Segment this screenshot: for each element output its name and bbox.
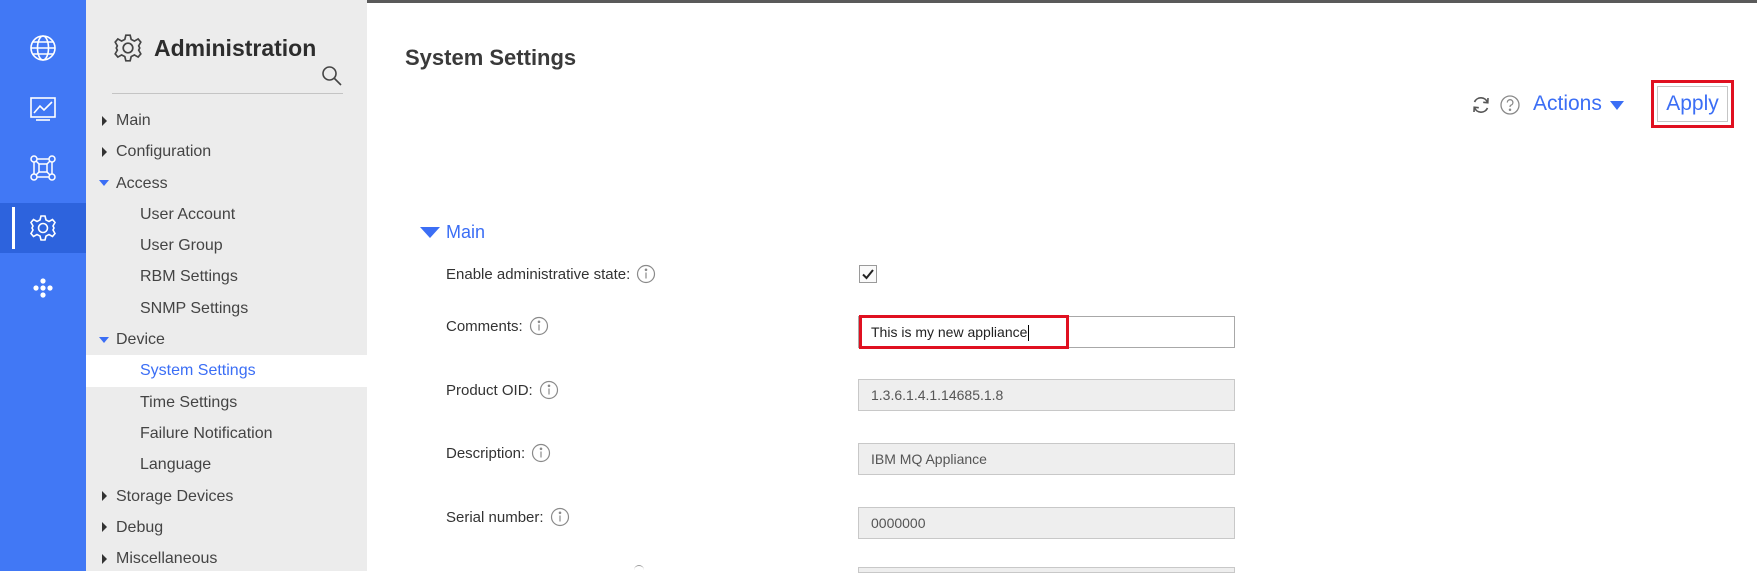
checkmark-icon	[862, 269, 874, 280]
sidebar-item-user-account[interactable]: User Account	[86, 199, 367, 230]
field-label: Product OID:	[446, 381, 533, 399]
text-cursor	[1028, 325, 1030, 342]
sidebar-item-snmp-settings[interactable]: SNMP Settings	[86, 293, 367, 324]
caret-down-icon	[1609, 100, 1624, 110]
monitor-chart-icon	[30, 97, 56, 121]
page-title: System Settings	[405, 45, 577, 70]
caret-right-icon	[99, 136, 111, 167]
caret-down-icon	[99, 168, 111, 199]
description-label-row: Description:	[446, 443, 551, 463]
sidebar-item-label: User Account	[140, 205, 236, 223]
actions-label: Actions	[1533, 92, 1602, 115]
info-icon	[634, 565, 644, 571]
sidebar-item-label: RBM Settings	[140, 268, 238, 286]
description-field: IBM MQ Appliance	[858, 443, 1235, 475]
sidebar-header: Administration	[112, 32, 316, 64]
help-icon[interactable]	[1499, 94, 1521, 116]
rail-monitor[interactable]	[0, 83, 86, 133]
sidebar-item-label: Main	[116, 112, 151, 129]
sidebar-item-failure-notification[interactable]: Failure Notification	[86, 418, 367, 449]
info-icon[interactable]	[529, 316, 549, 336]
info-icon[interactable]	[531, 443, 551, 463]
section-label: Main	[446, 222, 486, 242]
dots-icon	[33, 278, 53, 298]
sidebar-item-time-settings[interactable]: Time Settings	[86, 387, 367, 418]
field-label: Comments:	[446, 317, 523, 335]
sidebar-item-storage-devices[interactable]: Storage Devices	[86, 481, 367, 512]
sidebar-item-label: Failure Notification	[140, 424, 273, 442]
caret-down-icon	[420, 227, 440, 238]
refresh-icon[interactable]	[1470, 94, 1492, 116]
sidebar-item-device[interactable]: Device	[86, 324, 367, 355]
caret-right-icon	[99, 481, 111, 512]
comments-field[interactable]: This is my new appliance	[858, 316, 1235, 348]
network-icon	[30, 155, 56, 181]
comments-label-row: Comments:	[446, 316, 549, 336]
info-icon[interactable]	[550, 507, 570, 527]
next-field-partial	[858, 567, 1235, 573]
admin-state-label-row: Enable administrative state:	[446, 264, 656, 284]
sidebar-item-label: Miscellaneous	[116, 550, 218, 568]
sidebar-item-access[interactable]: Access	[86, 168, 367, 199]
caret-right-icon	[99, 512, 111, 543]
sidebar-item-debug[interactable]: Debug	[86, 512, 367, 543]
sidebar: Administration Main Configuration Access…	[86, 0, 367, 571]
apply-highlight: Apply	[1651, 80, 1734, 128]
sidebar-search-field[interactable]	[112, 93, 343, 94]
sidebar-item-configuration[interactable]: Configuration	[86, 136, 367, 167]
sidebar-title: Administration	[154, 34, 317, 61]
sidebar-item-label: Storage Devices	[116, 487, 234, 505]
info-icon[interactable]	[636, 264, 656, 284]
actions-menu[interactable]: Actions	[1533, 92, 1624, 116]
rail-globe[interactable]	[0, 23, 86, 73]
sidebar-item-miscellaneous[interactable]: Miscellaneous	[86, 543, 367, 574]
field-label: Description:	[446, 444, 526, 462]
sidebar-item-user-group[interactable]: User Group	[86, 230, 367, 261]
sidebar-item-label: Access	[116, 174, 168, 192]
serial-number-field: 0000000	[858, 507, 1235, 539]
sidebar-item-system-settings[interactable]: System Settings	[86, 355, 367, 387]
sidebar-item-label: Debug	[116, 518, 164, 536]
nav-tree: Main Configuration Access User Account U…	[86, 105, 367, 574]
sidebar-item-label: Time Settings	[140, 393, 238, 411]
apply-button[interactable]: Apply	[1657, 86, 1728, 122]
product-oid-field: 1.3.6.1.4.1.14685.1.8	[858, 379, 1235, 411]
sidebar-item-language[interactable]: Language	[86, 449, 367, 480]
comments-value: This is my new appliance	[871, 324, 1028, 340]
info-icon[interactable]	[539, 380, 559, 400]
sidebar-item-label: Language	[140, 456, 212, 474]
sidebar-item-label: User Group	[140, 237, 223, 255]
caret-down-icon	[99, 324, 111, 355]
rail-more[interactable]	[0, 263, 86, 313]
sidebar-item-label: SNMP Settings	[140, 299, 249, 317]
field-label: Serial number:	[446, 508, 544, 526]
admin-state-checkbox[interactable]	[859, 265, 877, 283]
serial-number-label-row: Serial number:	[446, 507, 570, 527]
sidebar-item-label: Device	[116, 331, 165, 349]
gear-icon	[114, 34, 142, 62]
sidebar-item-label: System Settings	[140, 362, 256, 380]
globe-icon	[30, 35, 56, 61]
rail-administration[interactable]	[0, 203, 86, 253]
sidebar-item-main[interactable]: Main	[86, 105, 367, 136]
search-icon[interactable]	[320, 64, 344, 88]
field-label: Enable administrative state:	[446, 265, 631, 283]
section-toggle-main[interactable]: Main	[420, 222, 485, 243]
caret-right-icon	[99, 105, 111, 136]
gear-icon	[30, 215, 56, 241]
caret-right-icon	[99, 543, 111, 574]
sidebar-item-label: Configuration	[116, 143, 212, 161]
product-oid-label-row: Product OID:	[446, 380, 559, 400]
rail-network[interactable]	[0, 143, 86, 193]
app-rail	[0, 0, 86, 571]
sidebar-item-rbm-settings[interactable]: RBM Settings	[86, 261, 367, 292]
